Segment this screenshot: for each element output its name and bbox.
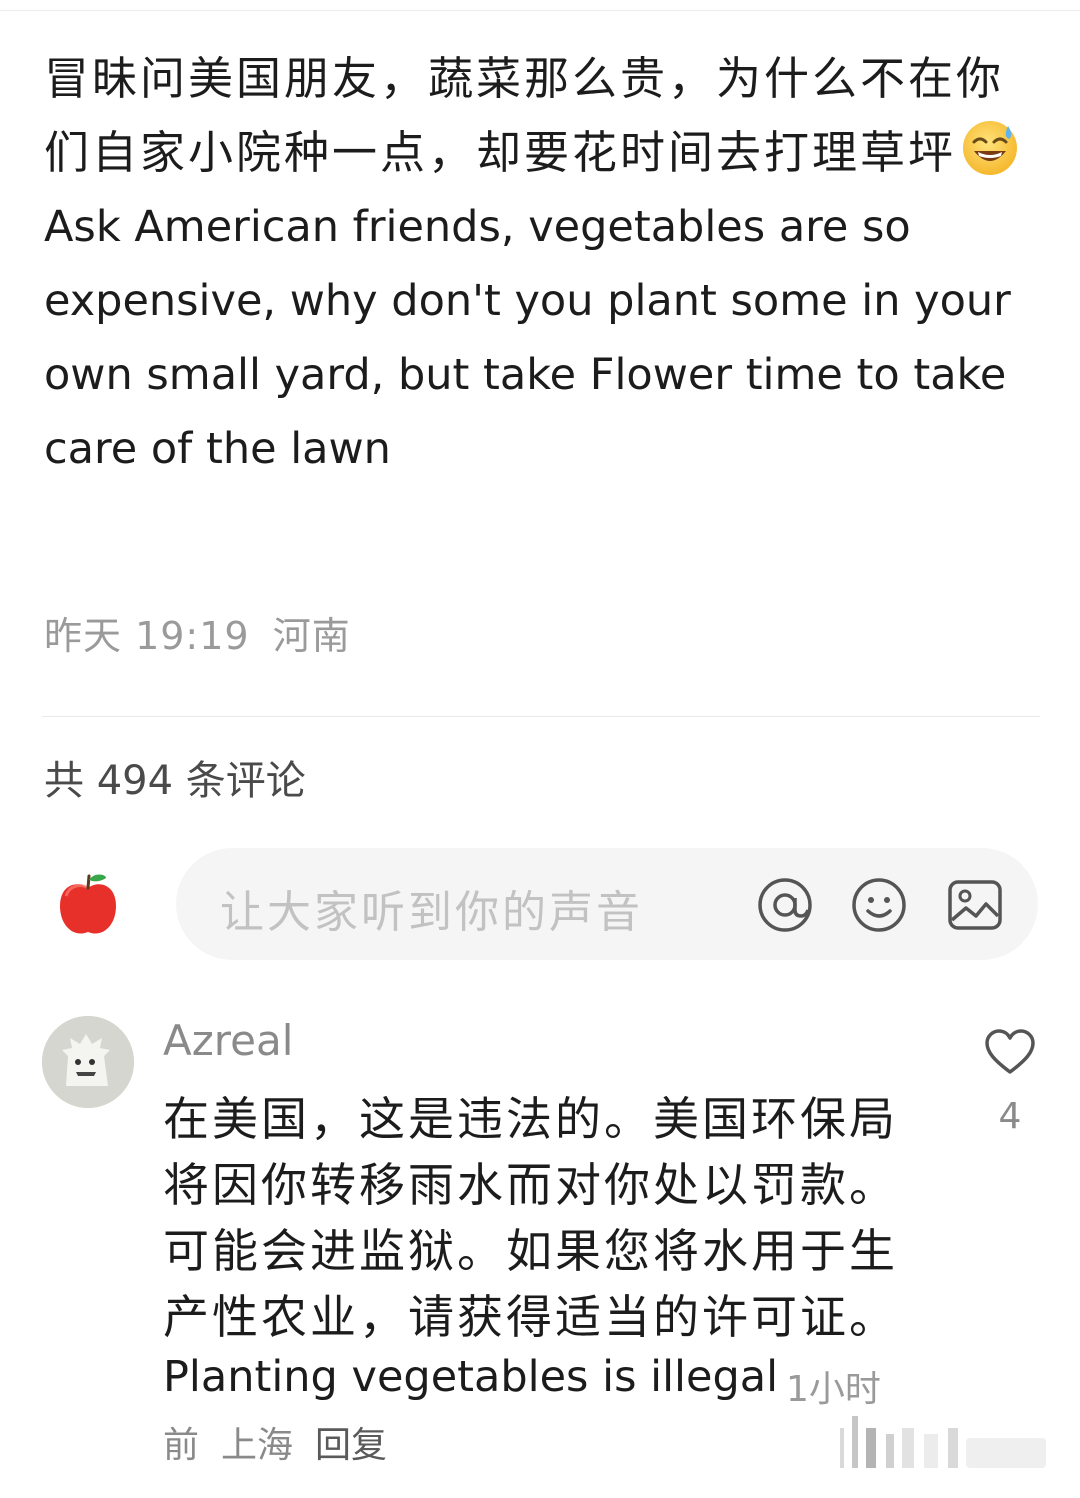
- comment-time-part1: 1小时: [786, 1369, 881, 1410]
- comment-avatar[interactable]: [42, 1016, 134, 1108]
- reply-button[interactable]: 回复: [315, 1425, 387, 1466]
- image-icon[interactable]: [946, 876, 1004, 934]
- post-meta: 昨天 19:19 河南: [44, 605, 351, 660]
- like-button[interactable]: 4: [984, 1028, 1036, 1137]
- post-location: 河南: [272, 614, 351, 658]
- comment-meta: 前上海 回复: [163, 1416, 409, 1468]
- emoji-icon[interactable]: [850, 876, 908, 934]
- post-time: 昨天 19:19: [44, 614, 250, 658]
- post-text-zh: 冒昧问美国朋友，蔬菜那么贵，为什么不在你们自家小院种一点，却要花时间去打理草坪: [44, 42, 1034, 190]
- at-icon[interactable]: [756, 876, 814, 934]
- watermark-logo-icon: [840, 1416, 1046, 1468]
- heart-icon[interactable]: [984, 1028, 1036, 1076]
- post-detail-page: 冒昧问美国朋友，蔬菜那么贵，为什么不在你们自家小院种一点，却要花时间去打理草坪 …: [0, 0, 1080, 1498]
- top-divider: [0, 0, 1080, 11]
- post-text-zh-content: 冒昧问美国朋友，蔬菜那么贵，为什么不在你们自家小院种一点，却要花时间去打理草坪: [44, 52, 1005, 179]
- section-divider: [42, 716, 1040, 717]
- comment-time-part2: 前: [163, 1425, 200, 1466]
- comment-text-en: Planting vegetables is illegal: [163, 1352, 779, 1402]
- like-count: 4: [998, 1096, 1022, 1137]
- avatar-figure-icon: [42, 1016, 134, 1108]
- composer-placeholder[interactable]: 让大家听到你的声音: [220, 876, 643, 940]
- comment-count: 共 494 条评论: [44, 758, 306, 804]
- sweat-smile-emoji-icon: [963, 121, 1018, 175]
- comment-location: 上海: [221, 1425, 294, 1466]
- apple-icon: [60, 874, 116, 934]
- comment-text: 在美国，这是违法的。美国环保局将因你转移雨水而对你处以罚款。可能会进监狱。如果您…: [163, 1092, 898, 1344]
- comment-author[interactable]: Azreal: [163, 1016, 293, 1065]
- post-text-en: Ask American friends, vegetables are so …: [44, 202, 1011, 474]
- comment-composer[interactable]: 让大家听到你的声音: [176, 848, 1038, 960]
- post-body: 冒昧问美国朋友，蔬菜那么贵，为什么不在你们自家小院种一点，却要花时间去打理草坪 …: [44, 42, 1034, 486]
